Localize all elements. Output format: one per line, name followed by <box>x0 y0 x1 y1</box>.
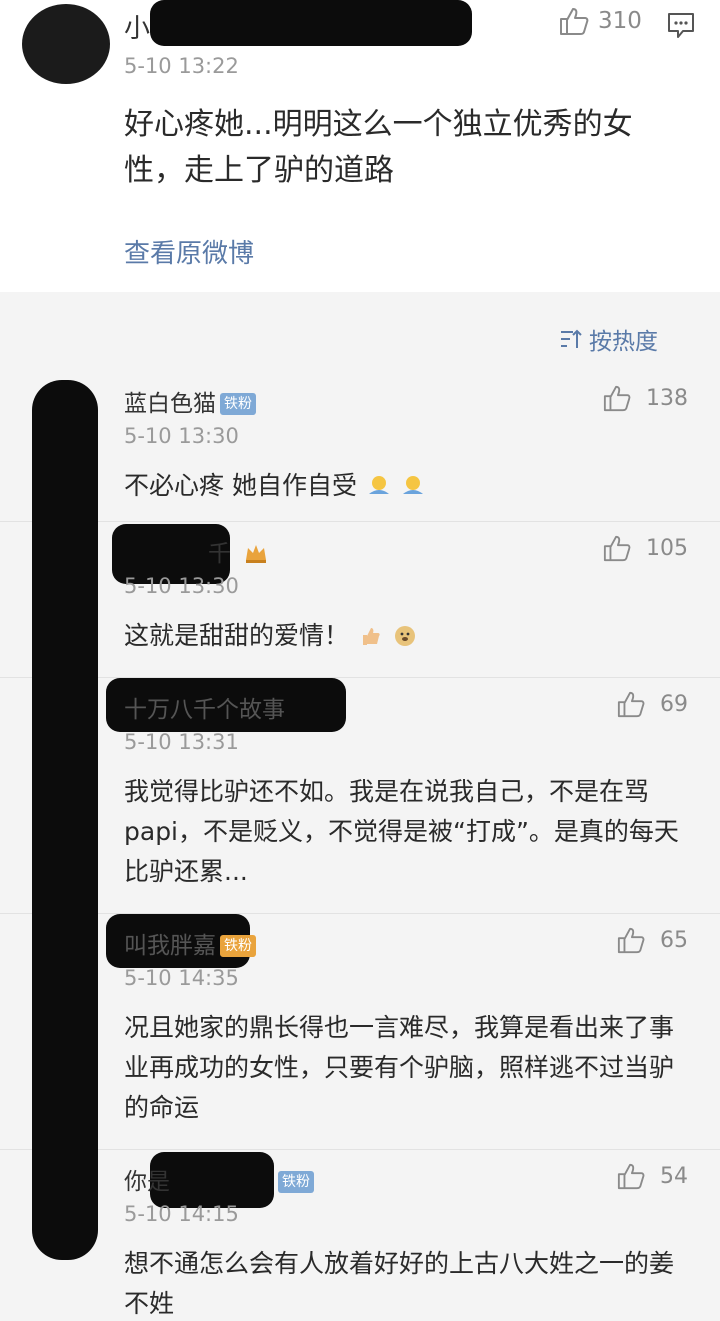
comment-like-count: 105 <box>646 535 688 561</box>
post-like-button[interactable]: 310 <box>558 6 642 36</box>
thumbs-up-icon <box>617 691 645 718</box>
view-original-link[interactable]: 查看原微博 <box>124 233 254 270</box>
comment-time: 5-10 14:15 <box>124 1202 239 1226</box>
comment-like-button[interactable]: 65 <box>616 926 688 954</box>
comment-text: 想不通怎么会有人放着好好的上古八大姓之一的姜不姓 <box>124 1249 675 1318</box>
comment-text: 不必心疼 她自作自受 <box>124 466 694 506</box>
comment-text: 况且她家的鼎长得也一言难尽，我算是看出来了事业再成功的女性，只要有个驴脑，照样逃… <box>124 1013 675 1122</box>
sort-icon <box>561 329 582 348</box>
comment-item: 蓝白色猫 铁粉 5-10 13:30 138 不必心疼 她自作自受 <box>0 372 720 522</box>
fan-badge: 铁粉 <box>220 393 256 415</box>
thumbs-up-emoji-icon <box>362 628 380 645</box>
commenter-name-text: 十万八千个故事 <box>124 697 285 723</box>
reply-button[interactable] <box>666 10 696 44</box>
sort-by-hot-button[interactable]: 按热度 <box>559 322 658 356</box>
comment-like-count: 138 <box>646 385 688 411</box>
post-author-avatar[interactable] <box>22 4 110 84</box>
comment-like-count: 69 <box>660 691 688 717</box>
comment-like-count: 65 <box>660 927 688 953</box>
redaction-marker-stroke <box>32 380 98 1260</box>
comment-like-button[interactable]: 54 <box>616 1162 688 1190</box>
original-post: 小 5-10 13:22 310 好心疼她...明明这么一个独立优秀的女性，走上… <box>0 0 720 292</box>
post-text: 好心疼她...明明这么一个独立优秀的女性，走上了驴的道路 <box>124 107 633 188</box>
thumbs-up-icon <box>560 8 589 35</box>
post-author-name[interactable]: 小 <box>124 8 150 45</box>
comment-item: 你是 铁粉 5-10 14:15 54 想不通怎么会有人放着好好的上古八大姓之一的… <box>0 1150 720 1321</box>
comment-list: 按热度 蓝白色猫 铁粉 5-10 13:30 138 不必心疼 她自作自受 千 5… <box>0 292 720 1321</box>
thumbs-up-icon <box>603 385 631 412</box>
post-like-count: 310 <box>598 8 642 34</box>
fan-badge: 铁粉 <box>220 935 256 957</box>
comment-like-button[interactable]: 105 <box>602 534 688 562</box>
comment-time: 5-10 13:30 <box>124 574 239 598</box>
comment-text-content: 这就是甜甜的爱情！ <box>124 621 350 650</box>
comment-time: 5-10 14:35 <box>124 966 239 990</box>
commenter-name-text: 蓝白色猫 <box>124 391 216 417</box>
commenter-name[interactable]: 千 <box>124 534 268 568</box>
doge-emoji-icon <box>394 626 415 646</box>
comment-reply-icon <box>668 13 694 38</box>
post-time: 5-10 13:22 <box>124 54 239 78</box>
comment-item: 十万八千个故事 5-10 13:31 69 我觉得比驴还不如。我是在说我自己，不… <box>0 678 720 914</box>
commenter-name-text: 千 <box>208 541 231 567</box>
thumbs-up-icon <box>617 927 645 954</box>
commenter-name[interactable]: 你是 铁粉 <box>124 1162 314 1196</box>
fan-badge: 铁粉 <box>278 1171 314 1193</box>
comment-text: 这就是甜甜的爱情！ <box>124 616 694 656</box>
shrug-emoji-icon <box>402 476 423 494</box>
comment-like-button[interactable]: 69 <box>616 690 688 718</box>
comment-time: 5-10 13:30 <box>124 424 239 448</box>
commenter-name[interactable]: 十万八千个故事 <box>124 690 285 724</box>
commenter-name-text: 你是 <box>124 1169 170 1195</box>
comment-item: 叫我胖嘉 铁粉 5-10 14:35 65 况且她家的鼎长得也一言难尽，我算是看出… <box>0 914 720 1150</box>
comment-item: 千 5-10 13:30 105 这就是甜甜的爱情！ <box>0 522 720 678</box>
comment-text-content: 不必心疼 她自作自受 <box>124 471 357 500</box>
thumbs-up-icon <box>617 1163 645 1190</box>
crown-icon <box>246 545 267 563</box>
shrug-emoji-icon <box>368 476 389 494</box>
comment-time: 5-10 13:31 <box>124 730 239 754</box>
comment-like-count: 54 <box>660 1163 688 1189</box>
comment-text: 我觉得比驴还不如。我是在说我自己，不是在骂papi，不是贬义，不觉得是被“打成”… <box>124 777 679 886</box>
redaction-mark <box>150 0 472 46</box>
sort-label: 按热度 <box>589 329 658 355</box>
comment-like-button[interactable]: 138 <box>602 384 688 412</box>
thumbs-up-icon <box>603 535 631 562</box>
commenter-name[interactable]: 蓝白色猫 铁粉 <box>124 384 256 418</box>
commenter-name-text: 叫我胖嘉 <box>124 933 216 959</box>
commenter-name[interactable]: 叫我胖嘉 铁粉 <box>124 926 256 960</box>
